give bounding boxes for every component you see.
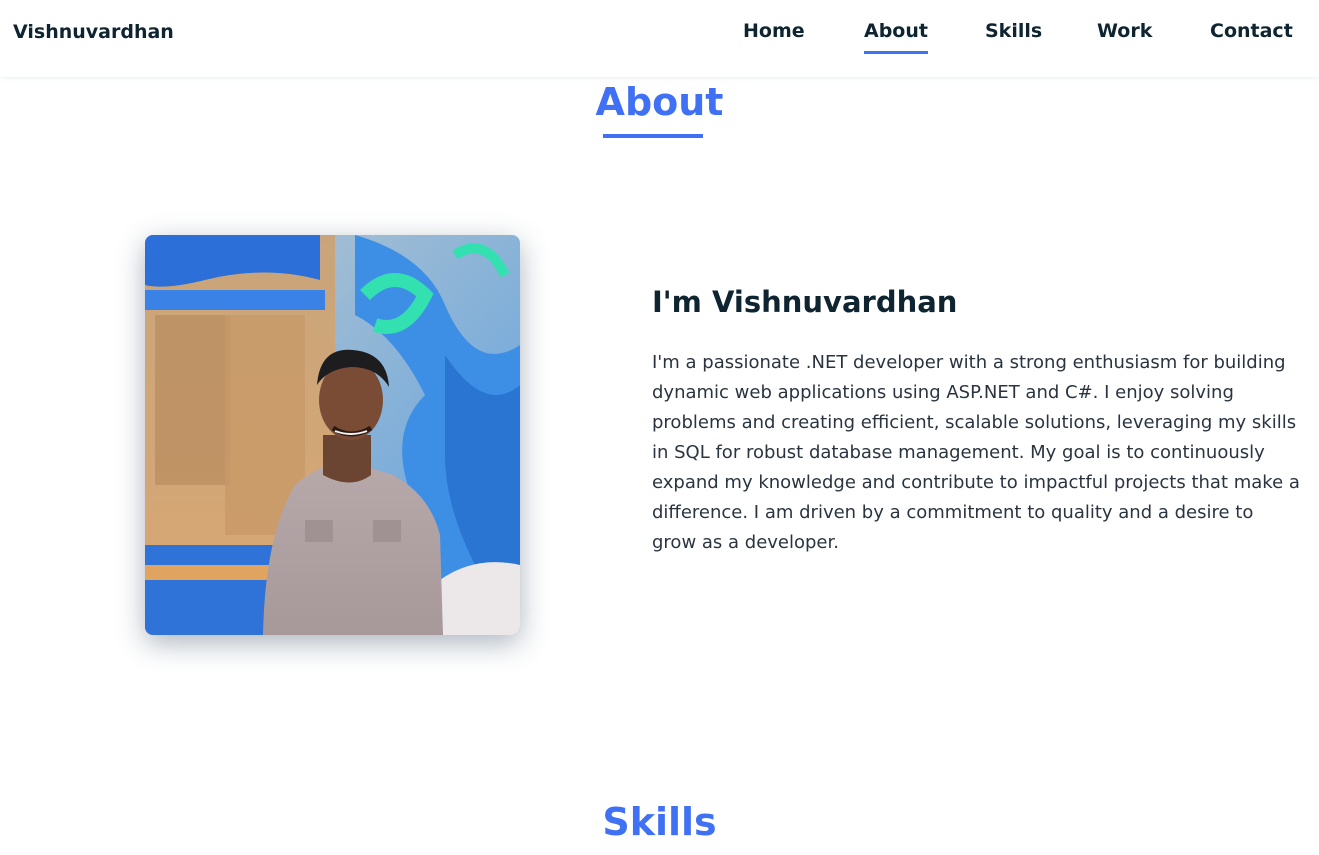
nav-home[interactable]: Home (743, 20, 805, 43)
nav-about[interactable]: About (864, 20, 928, 54)
nav-skills[interactable]: Skills (985, 20, 1042, 43)
about-section-title: About (595, 80, 724, 124)
site-header: Vishnuvardhan Home About Skills Work Con… (0, 0, 1319, 77)
nav-contact[interactable]: Contact (1210, 20, 1293, 43)
skills-section-title: Skills (602, 800, 717, 844)
site-logo[interactable]: Vishnuvardhan (13, 21, 174, 43)
nav-work[interactable]: Work (1097, 20, 1152, 43)
title-underline (603, 134, 703, 138)
profile-photo (145, 235, 520, 635)
about-heading: I'm Vishnuvardhan (652, 285, 958, 319)
about-description: I'm a passionate .NET developer with a s… (652, 352, 1300, 553)
